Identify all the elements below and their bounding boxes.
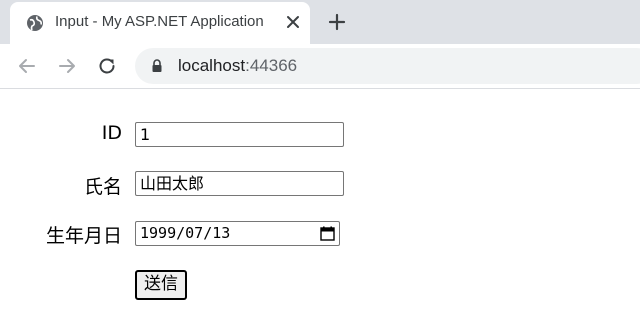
forward-arrow-icon[interactable] [55, 54, 79, 78]
lock-icon[interactable] [149, 58, 165, 74]
close-icon[interactable] [282, 11, 304, 33]
birthdate-value: 1999/07/13 [140, 224, 231, 242]
browser-chrome: Input - My ASP.NET Application localhost… [0, 0, 640, 89]
address-bar[interactable]: localhost:44366 [135, 48, 640, 84]
plus-icon[interactable] [325, 10, 349, 34]
globe-icon [27, 15, 43, 31]
url-host: localhost [178, 56, 246, 75]
tab-title: Input - My ASP.NET Application [55, 13, 264, 30]
back-arrow-icon[interactable] [15, 54, 39, 78]
submit-button[interactable]: 送信 [135, 270, 187, 300]
browser-tab[interactable]: Input - My ASP.NET Application [10, 2, 310, 44]
birthdate-label: 生年月日 [45, 225, 122, 247]
id-label: ID [101, 122, 122, 144]
browser-toolbar: localhost:44366 [0, 44, 640, 89]
birthdate-input[interactable]: 1999/07/13 [135, 221, 340, 246]
url-text[interactable]: localhost:44366 [178, 56, 297, 76]
reload-icon[interactable] [95, 54, 119, 78]
calendar-icon[interactable] [320, 226, 335, 241]
page-content: ID 1 氏名 山田太郎 生年月日 1999/07/13 送信 [0, 89, 640, 320]
name-input[interactable]: 山田太郎 [135, 171, 344, 196]
id-input[interactable]: 1 [135, 122, 344, 147]
url-port: :44366 [245, 56, 298, 75]
name-label: 氏名 [83, 176, 122, 198]
